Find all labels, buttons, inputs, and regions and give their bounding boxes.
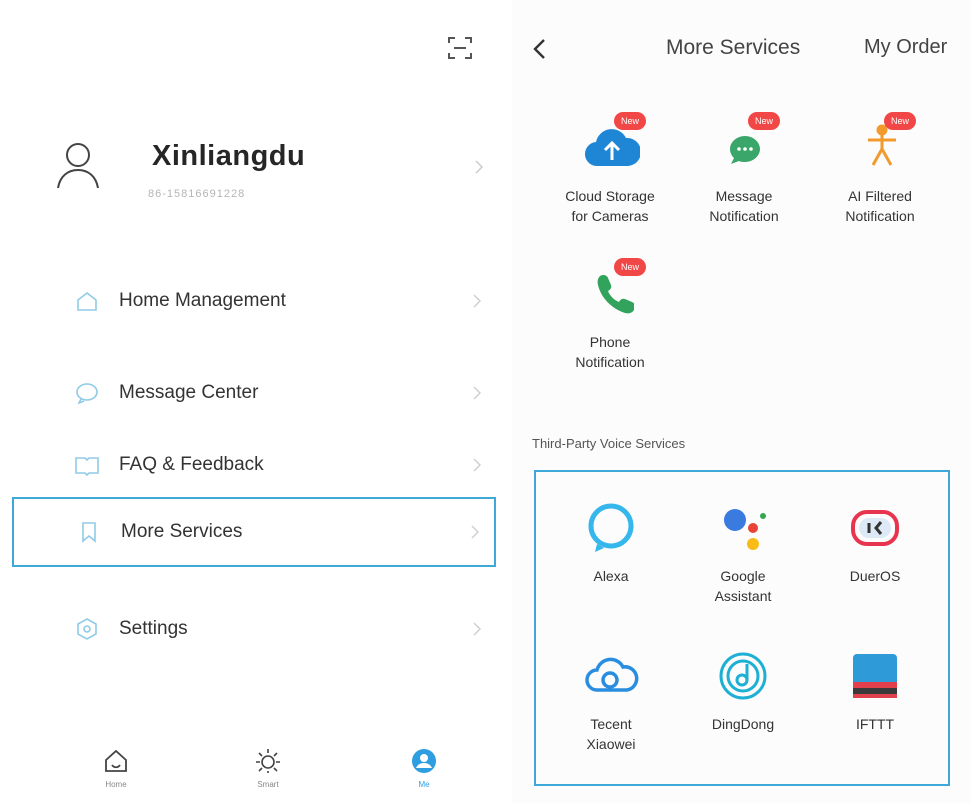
voice-service-label: Alexa — [593, 568, 629, 584]
profile-phone: 86-15816691228 — [148, 188, 246, 200]
section-title: Third-Party Voice Services — [532, 436, 686, 451]
avatar-icon[interactable] — [56, 140, 100, 190]
service-message-notification[interactable]: New Message Notification — [674, 112, 814, 226]
menu-item-more-services[interactable]: More Services — [12, 497, 496, 567]
menu-label: More Services — [121, 521, 243, 542]
settings-icon — [74, 618, 100, 640]
profile-chevron-icon[interactable] — [474, 160, 484, 174]
tab-me[interactable]: Me — [384, 748, 464, 789]
tab-label: Home — [105, 780, 127, 789]
voice-service-label: Tecent Xiaowei — [586, 716, 636, 752]
chevron-right-icon — [472, 386, 482, 400]
back-arrow-icon[interactable] — [532, 38, 546, 60]
menu-label: Settings — [119, 618, 188, 639]
menu-item-settings[interactable]: Settings — [12, 594, 496, 664]
voice-service-dueros[interactable]: DuerOS — [810, 500, 940, 586]
voice-service-dingdong[interactable]: DingDong — [678, 648, 808, 734]
service-ai-filtered-notification[interactable]: New AI Filtered Notification — [810, 112, 950, 226]
ifttt-icon — [847, 648, 903, 704]
page-title: More Services — [666, 36, 801, 59]
service-label: Cloud Storage for Cameras — [565, 188, 655, 224]
alexa-icon — [583, 500, 639, 556]
menu-label: Message Center — [119, 382, 259, 403]
tab-smart[interactable]: Smart — [228, 748, 308, 789]
menu-label: Home Management — [119, 290, 286, 311]
new-badge: New — [884, 112, 916, 130]
my-order-link[interactable]: My Order — [864, 36, 947, 59]
chevron-right-icon — [472, 622, 482, 636]
profile-name[interactable]: Xinliangdu — [152, 140, 305, 173]
service-label: AI Filtered Notification — [845, 188, 915, 224]
phone-icon — [594, 272, 634, 316]
service-cloud-storage[interactable]: New Cloud Storage for Cameras — [540, 112, 680, 226]
chevron-right-icon — [472, 294, 482, 308]
chat-icon — [74, 382, 100, 404]
google-assistant-icon — [715, 500, 771, 556]
voice-service-label: IFTTT — [855, 716, 895, 732]
me-panel: Xinliangdu 86-15816691228 Home Managemen… — [0, 0, 510, 803]
new-badge: New — [614, 112, 646, 130]
user-circle-icon — [411, 748, 437, 774]
cloud-upload-icon — [584, 126, 640, 170]
book-icon — [74, 454, 100, 476]
voice-services-grid: Alexa Google Assistant DuerOS Tecent Xia… — [534, 470, 950, 786]
service-label: Message Notification — [709, 188, 779, 224]
voice-service-ifttt[interactable]: IFTTT — [810, 648, 940, 734]
service-label: Phone Notification — [575, 334, 645, 370]
menu-label: FAQ & Feedback — [119, 454, 264, 475]
voice-service-label: DingDong — [711, 716, 775, 732]
service-phone-notification[interactable]: New Phone Notification — [540, 258, 680, 372]
menu-item-faq-feedback[interactable]: FAQ & Feedback — [12, 430, 496, 500]
home-icon — [74, 290, 100, 312]
tab-home[interactable]: Home — [76, 748, 156, 789]
voice-service-label: DuerOS — [849, 568, 901, 584]
menu-item-message-center[interactable]: Message Center — [12, 358, 496, 428]
tab-label: Smart — [257, 780, 279, 789]
home-tab-icon — [103, 748, 129, 774]
chat-bubble-icon — [728, 134, 762, 166]
dingdong-icon — [715, 648, 771, 704]
voice-service-tecent-xiaowei[interactable]: Tecent Xiaowei — [546, 648, 676, 754]
xiaowei-cloud-icon — [583, 648, 639, 704]
chevron-right-icon — [472, 458, 482, 472]
voice-service-google-assistant[interactable]: Google Assistant — [678, 500, 808, 606]
sun-icon — [255, 748, 281, 774]
scan-icon[interactable] — [446, 34, 474, 62]
bookmark-icon — [76, 521, 102, 543]
dueros-icon — [847, 500, 903, 556]
menu-item-home-management[interactable]: Home Management — [12, 266, 496, 336]
more-services-panel: More Services My Order New Cloud Storage… — [512, 0, 970, 803]
new-badge: New — [614, 258, 646, 276]
voice-service-label: Google Assistant — [714, 568, 772, 604]
tab-label: Me — [418, 780, 430, 789]
voice-service-alexa[interactable]: Alexa — [546, 500, 676, 586]
new-badge: New — [748, 112, 780, 130]
chevron-right-icon — [470, 525, 480, 539]
